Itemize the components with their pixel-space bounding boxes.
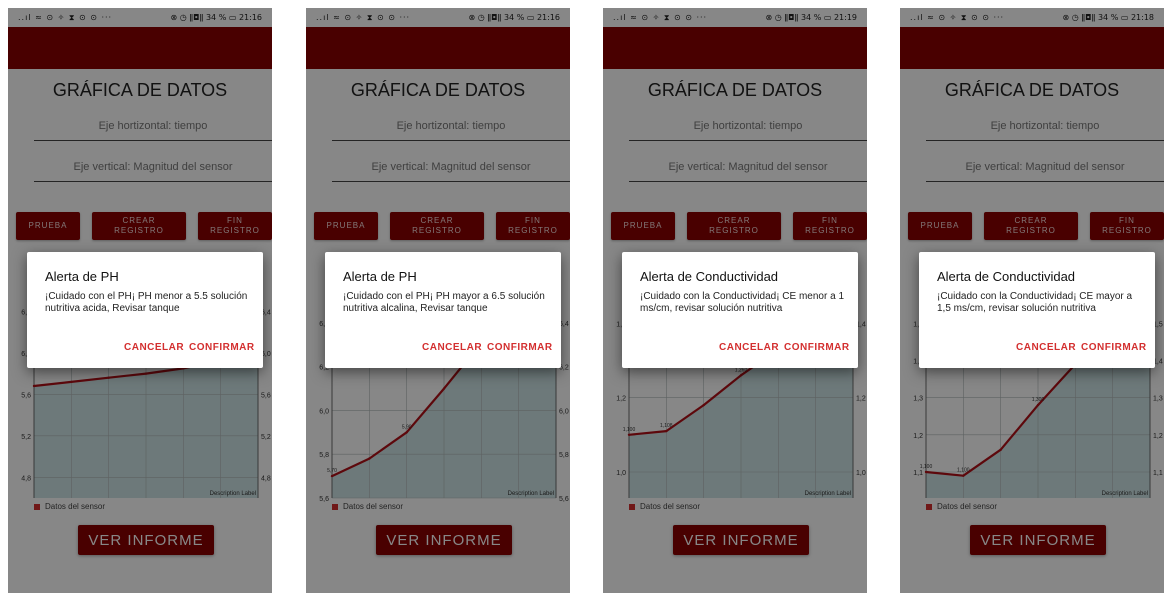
cancel-button[interactable]: CANCELAR [719,342,779,353]
alert-dialog: Alerta de PH ¡Cuidado con el PH¡ PH meno… [27,252,263,368]
confirm-button[interactable]: CONFIRMAR [487,342,553,353]
dialog-message: ¡Cuidado con el PH¡ PH menor a 5.5 soluc… [45,291,248,314]
dialog-title: Alerta de Conductividad [640,269,779,284]
alert-dialog: Alerta de Conductividad ¡Cuidado con la … [919,252,1155,368]
alert-dialog: Alerta de PH ¡Cuidado con el PH¡ PH mayo… [325,252,561,368]
dialog-title: Alerta de PH [45,269,119,284]
confirm-button[interactable]: CONFIRMAR [1081,342,1147,353]
dialog-message: ¡Cuidado con la Conductividad¡ CE menor … [640,291,844,314]
phone-screen-3: ..ıl ≈ ⊙ ✧ ⧗ ⊙ ⊙ ··· ⊗ ◷ ǁ◘ǁ 34 % ▭ 21:1… [603,8,867,593]
dialog-message: ¡Cuidado con el PH¡ PH mayor a 6.5 soluc… [343,291,545,314]
cancel-button[interactable]: CANCELAR [124,342,184,353]
dialog-message: ¡Cuidado con la Conductividad¡ CE mayor … [937,291,1133,314]
cancel-button[interactable]: CANCELAR [1016,342,1076,353]
phone-screen-4: ..ıl ≈ ⊙ ✧ ⧗ ⊙ ⊙ ··· ⊗ ◷ ǁ◘ǁ 34 % ▭ 21:1… [900,8,1164,593]
phone-screen-1: ..ıl ≈ ⊙ ✧ ⧗ ⊙ ⊙ ··· ⊗ ◷ ǁ◘ǁ 34 % ▭ 21:1… [8,8,272,593]
dialog-title: Alerta de Conductividad [937,269,1076,284]
alert-dialog: Alerta de Conductividad ¡Cuidado con la … [622,252,858,368]
phone-screen-2: ..ıl ≈ ⊙ ✧ ⧗ ⊙ ⊙ ··· ⊗ ◷ ǁ◘ǁ 34 % ▭ 21:1… [306,8,570,593]
cancel-button[interactable]: CANCELAR [422,342,482,353]
confirm-button[interactable]: CONFIRMAR [189,342,255,353]
confirm-button[interactable]: CONFIRMAR [784,342,850,353]
dialog-title: Alerta de PH [343,269,417,284]
